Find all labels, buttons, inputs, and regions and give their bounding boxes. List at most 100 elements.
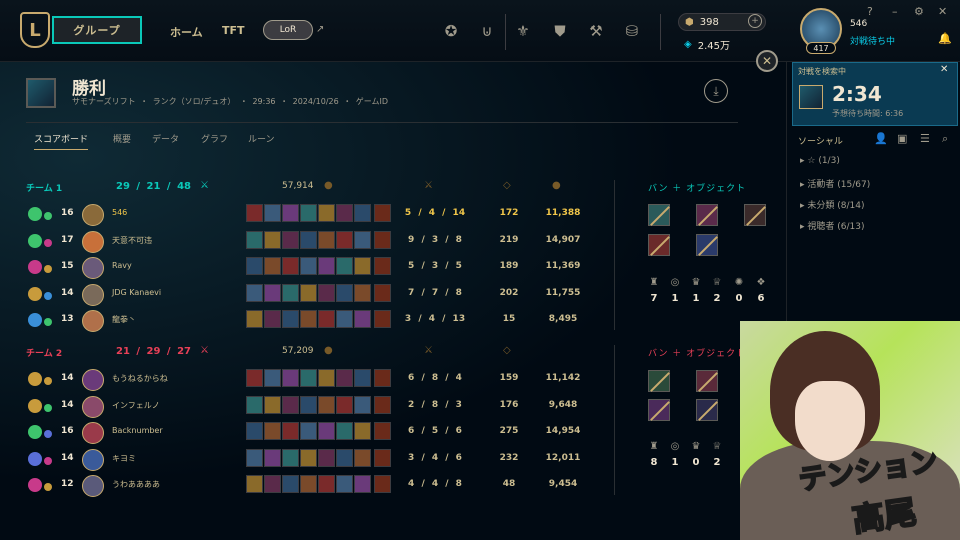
player-row[interactable]: 16 546 5 / 4 / 14 172 11,388 — [26, 204, 596, 226]
item-slot[interactable] — [246, 369, 263, 387]
status-text[interactable]: 対戦待ち中 — [850, 34, 895, 47]
tab-runes[interactable]: ルーン — [248, 132, 275, 145]
ward-slot[interactable] — [374, 230, 391, 249]
item-slot[interactable] — [354, 475, 371, 493]
add-folder-icon[interactable]: ▣ — [897, 132, 907, 145]
player-row[interactable]: 17 天意不可违 9 / 3 / 8 219 14,907 — [26, 230, 596, 253]
item-slot[interactable] — [264, 204, 281, 222]
play-button[interactable]: グループ — [52, 16, 142, 44]
ward-slot[interactable] — [374, 283, 391, 302]
ban-slot[interactable] — [696, 204, 718, 226]
player-row[interactable]: 14 JDG Kanaevi 7 / 7 / 8 202 11,755 — [26, 283, 596, 306]
item-slot[interactable] — [282, 395, 299, 414]
ward-slot[interactable] — [374, 310, 391, 328]
ban-slot[interactable] — [744, 204, 766, 226]
ranked-icon[interactable]: ⚜ — [512, 20, 534, 42]
tab-overview[interactable]: 概要 — [113, 132, 131, 145]
rune-icon[interactable] — [28, 286, 42, 301]
item-slot[interactable] — [336, 422, 353, 440]
ban-slot[interactable] — [648, 370, 670, 392]
player-name[interactable]: Backnumber — [112, 426, 163, 435]
item-slot[interactable] — [354, 448, 371, 467]
help-icon[interactable]: ? — [867, 5, 873, 18]
ward-slot[interactable] — [374, 257, 391, 275]
item-slot[interactable] — [318, 448, 335, 467]
search-icon[interactable]: ⌕ — [942, 132, 948, 146]
item-slot[interactable] — [336, 257, 353, 275]
player-name[interactable]: キヨミ — [112, 453, 136, 464]
friend-group-active[interactable]: ▸ 活動者 (15/67) — [800, 177, 870, 190]
item-slot[interactable] — [336, 283, 353, 302]
champion-portrait[interactable] — [82, 230, 104, 253]
player-name[interactable]: うわああああ — [112, 479, 160, 490]
rune-icon[interactable] — [28, 207, 42, 221]
ward-slot[interactable] — [374, 395, 391, 414]
item-slot[interactable] — [300, 310, 317, 328]
secondary-rune-icon[interactable] — [44, 212, 52, 220]
rune-icon[interactable] — [28, 478, 42, 492]
player-row[interactable]: 14 キヨミ 3 / 4 / 6 232 12,011 — [26, 448, 596, 471]
item-slot[interactable] — [336, 204, 353, 222]
download-icon[interactable]: ⤓ — [704, 79, 728, 103]
tab-scoreboard[interactable]: スコアボード — [34, 132, 89, 150]
player-row[interactable]: 12 うわああああ 4 / 4 / 8 48 9,454 — [26, 475, 596, 497]
item-slot[interactable] — [354, 283, 371, 302]
champion-portrait[interactable] — [82, 395, 104, 418]
player-row[interactable]: 16 Backnumber 6 / 5 / 6 275 14,954 — [26, 422, 596, 444]
item-slot[interactable] — [300, 369, 317, 387]
rune-icon[interactable] — [28, 372, 42, 386]
item-slot[interactable] — [336, 475, 353, 493]
secondary-rune-icon[interactable] — [44, 430, 52, 438]
item-slot[interactable] — [354, 422, 371, 440]
secondary-rune-icon[interactable] — [44, 403, 52, 412]
league-logo-icon[interactable]: L — [20, 12, 50, 48]
secondary-rune-icon[interactable] — [44, 483, 52, 491]
collection-icon[interactable]: ⛊ — [549, 20, 571, 42]
secondary-rune-icon[interactable] — [44, 265, 52, 273]
friend-group-favorites[interactable]: ▸ ☆ (1/3) — [800, 156, 840, 166]
item-slot[interactable] — [354, 310, 371, 328]
item-slot[interactable] — [264, 230, 281, 249]
player-row[interactable]: 14 インフェルノ 2 / 8 / 3 176 9,648 — [26, 395, 596, 418]
ward-slot[interactable] — [374, 448, 391, 467]
item-slot[interactable] — [336, 395, 353, 414]
player-name[interactable]: インフェルノ — [112, 400, 160, 411]
item-slot[interactable] — [282, 369, 299, 387]
ward-slot[interactable] — [374, 369, 391, 387]
item-slot[interactable] — [282, 310, 299, 328]
item-slot[interactable] — [336, 230, 353, 249]
item-slot[interactable] — [246, 422, 263, 440]
item-slot[interactable] — [300, 230, 317, 249]
ward-slot[interactable] — [374, 422, 391, 440]
rune-icon[interactable] — [28, 313, 42, 327]
rune-icon[interactable] — [28, 398, 42, 413]
item-slot[interactable] — [282, 422, 299, 440]
champion-portrait[interactable] — [82, 475, 104, 497]
add-currency-icon[interactable]: + — [748, 14, 762, 28]
rune-icon[interactable] — [28, 451, 42, 466]
item-slot[interactable] — [318, 283, 335, 302]
bell-icon[interactable]: 🔔 — [938, 32, 952, 45]
item-slot[interactable] — [282, 448, 299, 467]
item-slot[interactable] — [354, 369, 371, 387]
champion-portrait[interactable] — [82, 422, 104, 444]
item-slot[interactable] — [264, 310, 281, 328]
item-slot[interactable] — [318, 369, 335, 387]
item-slot[interactable] — [246, 283, 263, 302]
champion-portrait[interactable] — [82, 204, 104, 226]
tab-graphs[interactable]: グラフ — [201, 132, 228, 145]
player-name[interactable]: 龍拳丶 — [112, 314, 136, 325]
item-slot[interactable] — [282, 204, 299, 222]
item-slot[interactable] — [246, 448, 263, 467]
item-slot[interactable] — [264, 422, 281, 440]
rp-display[interactable]: ◈ 2.45万 — [678, 35, 766, 53]
item-slot[interactable] — [318, 230, 335, 249]
minimize-icon[interactable]: – — [892, 5, 898, 18]
item-slot[interactable] — [336, 448, 353, 467]
item-slot[interactable] — [246, 204, 263, 222]
item-slot[interactable] — [300, 283, 317, 302]
secondary-rune-icon[interactable] — [44, 456, 52, 465]
add-friend-icon[interactable]: 👤 — [874, 132, 888, 145]
player-name[interactable]: 天意不可违 — [112, 235, 152, 246]
item-slot[interactable] — [336, 369, 353, 387]
